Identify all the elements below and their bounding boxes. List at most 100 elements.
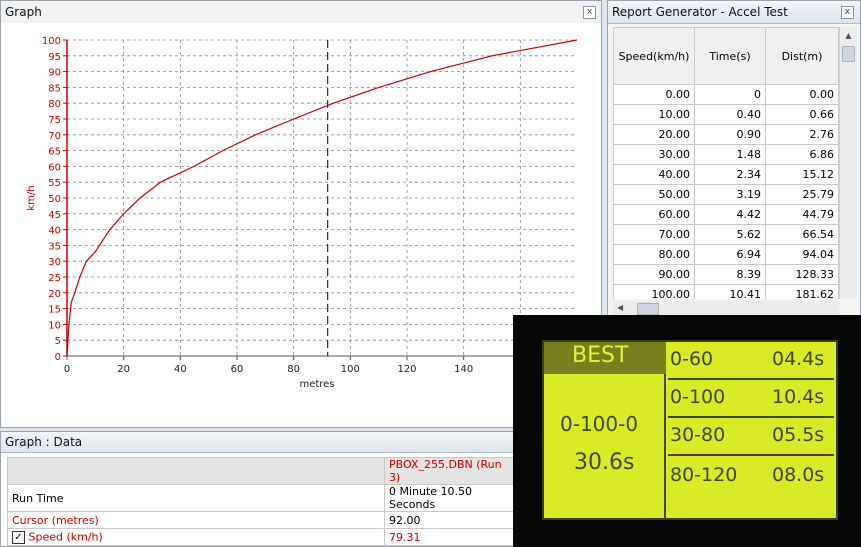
table-row[interactable]: 20.00 0.90 2.76 — [613, 124, 839, 145]
table-cell: 50.00 — [613, 184, 695, 205]
x-tick-label: 20 — [117, 364, 130, 375]
table-cell: 128.33 — [765, 264, 839, 285]
file-header: PBOX_255.DBN (Run 3) — [384, 457, 515, 485]
speed-cell: ✓ Speed (km/h) — [7, 528, 385, 546]
data-header-blank — [7, 457, 385, 485]
lcd-run-label: 0-100-0 — [560, 412, 639, 436]
y-tick-label: 5 — [55, 336, 61, 347]
table-cell: 6.94 — [694, 244, 766, 265]
row-value-cursor: 92.00 — [384, 511, 515, 529]
y-tick-label: 10 — [48, 320, 61, 331]
close-icon[interactable]: x — [841, 6, 854, 19]
table-row: ✓ Speed (km/h) 79.31 — [7, 528, 515, 546]
report-title: Report Generator - Accel Test — [612, 5, 788, 19]
y-tick-label: 25 — [48, 273, 61, 284]
table-cell: 2.34 — [694, 164, 766, 185]
report-panel: Report Generator - Accel Test x Speed(km… — [607, 0, 861, 318]
table-cell: 20.00 — [613, 124, 695, 145]
y-tick-label: 65 — [48, 147, 61, 158]
lcd-run-box: 0-100-0 30.6s — [544, 374, 666, 518]
row-value-run-time: 0 Minute 10.50 Seconds — [384, 484, 515, 512]
table-row[interactable]: 100.00 10.41 181.62 — [613, 284, 839, 299]
table-cell: 100.00 — [613, 284, 695, 299]
y-tick-label: 40 — [48, 226, 61, 237]
table-row[interactable]: 50.00 3.19 25.79 — [613, 184, 839, 205]
data-panel-title: Graph : Data — [5, 435, 83, 449]
y-tick-label: 35 — [48, 241, 61, 252]
table-cell: 3.19 — [694, 184, 766, 205]
report-titlebar: Report Generator - Accel Test x — [608, 1, 860, 24]
horizontal-scrollbar[interactable]: ◀ — [613, 301, 839, 316]
table-cell: 1.48 — [694, 144, 766, 165]
table-cell: 0 — [694, 84, 766, 105]
table-cell: 40.00 — [613, 164, 695, 185]
table-row[interactable]: 10.00 0.40 0.66 — [613, 104, 839, 125]
table-cell: 5.62 — [694, 224, 766, 245]
lcd-split-row: 30-80 05.5s — [668, 418, 834, 456]
lcd-display-photo: BEST 0-100-0 30.6s 0-60 04.4s 0-100 10.4… — [513, 315, 861, 547]
table-row[interactable]: 0.00 0 0.00 — [613, 84, 839, 105]
column-header-dist[interactable]: Dist(m) — [765, 27, 839, 85]
graph-titlebar: Graph x — [1, 1, 601, 23]
column-header-time[interactable]: Time(s) — [694, 27, 766, 85]
table-row[interactable]: 70.00 5.62 66.54 — [613, 224, 839, 245]
row-label-cursor: Cursor (metres) — [7, 511, 385, 529]
x-tick-label: 60 — [231, 364, 244, 375]
x-tick-label: 140 — [454, 364, 473, 375]
close-icon[interactable]: x — [583, 6, 596, 19]
table-row[interactable]: 80.00 6.94 94.04 — [613, 244, 839, 265]
y-tick-label: 60 — [48, 162, 61, 173]
scroll-left-icon[interactable]: ◀ — [617, 303, 623, 312]
table-cell: 0.00 — [765, 84, 839, 105]
table-cell: 15.12 — [765, 164, 839, 185]
table-row[interactable]: 60.00 4.42 44.79 — [613, 204, 839, 225]
y-tick-label: 30 — [48, 257, 61, 268]
table-row: Run Time 0 Minute 10.50 Seconds — [7, 484, 515, 512]
y-tick-label: 75 — [48, 115, 61, 126]
column-header-speed[interactable]: Speed(km/h) — [613, 27, 695, 85]
x-tick-label: 80 — [287, 364, 300, 375]
checkbox[interactable]: ✓ — [12, 530, 25, 544]
x-tick-label: 100 — [341, 364, 360, 375]
table-cell: 90.00 — [613, 264, 695, 285]
lcd-split-row: 80-120 08.0s — [668, 456, 834, 496]
table-cell: 60.00 — [613, 204, 695, 225]
table-row[interactable]: 90.00 8.39 128.33 — [613, 264, 839, 285]
scroll-up-icon[interactable]: ▲ — [840, 27, 857, 44]
vertical-scrollbar[interactable]: ▲ — [839, 27, 857, 299]
report-table-wrap: Speed(km/h) Time(s) Dist(m) 0.00 0 0.00 10.… — [613, 27, 839, 299]
table-cell: 10.41 — [694, 284, 766, 299]
y-tick-label: 70 — [48, 131, 61, 142]
row-label-run-time: Run Time — [7, 484, 385, 512]
y-tick-label: 55 — [48, 178, 61, 189]
table-cell: 0.00 — [613, 84, 695, 105]
y-tick-label: 100 — [42, 36, 61, 47]
table-cell: 10.00 — [613, 104, 695, 125]
scroll-thumb[interactable] — [842, 46, 855, 62]
x-tick-label: 0 — [64, 364, 70, 375]
y-tick-label: 20 — [48, 289, 61, 300]
y-tick-label: 45 — [48, 210, 61, 221]
row-value-speed: 79.31 — [384, 528, 515, 546]
graph-title: Graph — [5, 5, 42, 19]
row-label-speed: Speed (km/h) — [28, 530, 103, 544]
table-cell: 0.90 — [694, 124, 766, 145]
table-row[interactable]: 40.00 2.34 15.12 — [613, 164, 839, 185]
table-cell: 0.66 — [765, 104, 839, 125]
scroll-thumb-horizontal[interactable] — [637, 303, 659, 315]
table-row[interactable]: 30.00 1.48 6.86 — [613, 144, 839, 165]
table-cell: 4.42 — [694, 204, 766, 225]
table-cell: 30.00 — [613, 144, 695, 165]
lcd-split-range: 0-60 — [670, 348, 714, 370]
lcd-best-label: BEST — [572, 343, 629, 368]
lcd-split-range: 30-80 — [670, 424, 726, 446]
speed-distance-chart: 0 5 10 15 20 25 30 35 40 45 50 55 60 65 70 75 80 85 90 95 10… — [1, 23, 601, 427]
y-tick-label: 15 — [48, 305, 61, 316]
y-tick-label: 0 — [55, 352, 61, 363]
lcd-best-box: BEST — [544, 342, 666, 374]
table-cell: 2.76 — [765, 124, 839, 145]
table-cell: 8.39 — [694, 264, 766, 285]
table-cell: 25.79 — [765, 184, 839, 205]
table-cell: 44.79 — [765, 204, 839, 225]
table-cell: 181.62 — [765, 284, 839, 299]
